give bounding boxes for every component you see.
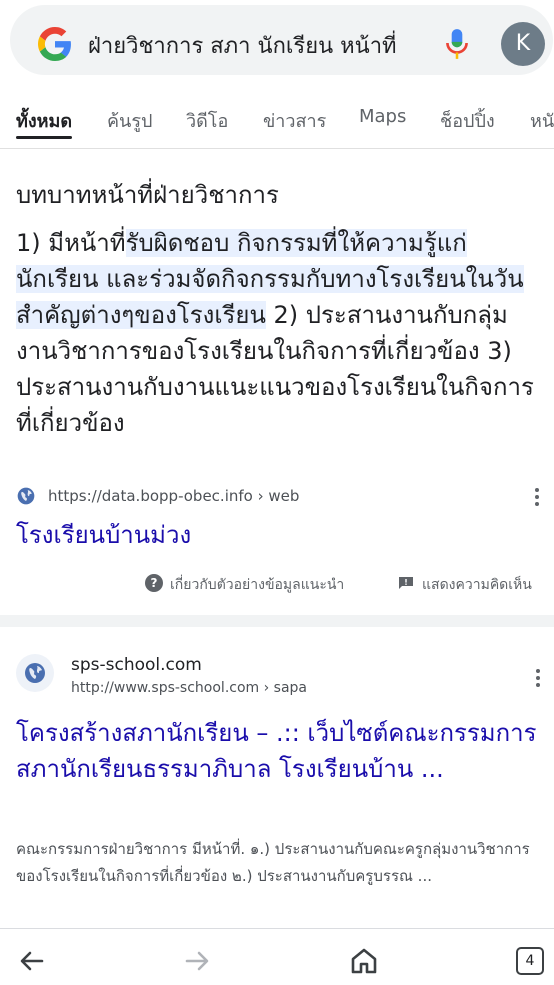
tab-news[interactable]: ข่าวสาร: [263, 106, 326, 135]
result-title-link[interactable]: โครงสร้างสภานักเรียน – .:: เว็บไซต์คณะกร…: [16, 715, 546, 787]
tab-shopping[interactable]: ช็อปปิ้ง: [440, 106, 495, 135]
search-tabs: ทั้งหมด ค้นรูป วิดีโอ ข่าวสาร Maps ช็อปป…: [0, 96, 554, 142]
active-tab-indicator: [16, 136, 72, 139]
avatar[interactable]: K: [501, 22, 545, 66]
tab-maps[interactable]: Maps: [359, 106, 406, 127]
about-snippet-link[interactable]: เกี่ยวกับตัวอย่างข้อมูลแนะนำ: [170, 574, 344, 596]
search-query[interactable]: ฝ่ายวิชาการ สภา นักเรียน หน้าที่: [88, 28, 397, 63]
snippet-source[interactable]: https://data.bopp-obec.info › web: [16, 486, 546, 508]
home-icon[interactable]: [348, 945, 380, 977]
snippet-text: 1) มีหน้าที่รับผิดชอบ กิจกรรมที่ให้ความร…: [16, 225, 546, 441]
help-icon[interactable]: ?: [145, 574, 163, 592]
tabs-icon[interactable]: 4: [516, 947, 544, 975]
source-url: https://data.bopp-obec.info › web: [48, 487, 300, 505]
tab-all[interactable]: ทั้งหมด: [16, 106, 72, 135]
feedback-link[interactable]: แสดงความคิดเห็น: [422, 574, 532, 596]
snippet-heading: บทบาทหน้าที่ฝ่ายวิชาการ: [16, 181, 279, 209]
globe-icon: [17, 487, 35, 505]
snippet-feedback-row: ? เกี่ยวกับตัวอย่างข้อมูลแนะนำ แสดงความค…: [0, 573, 554, 595]
section-separator: [0, 615, 554, 627]
result-url[interactable]: http://www.sps-school.com › sapa: [71, 680, 307, 696]
divider: [0, 148, 554, 149]
tab-more[interactable]: หนั: [530, 106, 554, 135]
snippet-source-link[interactable]: โรงเรียนบ้านม่วง: [16, 515, 191, 554]
tab-videos[interactable]: วิดีโอ: [186, 106, 228, 135]
site-favicon: [16, 654, 54, 692]
globe-icon: [25, 663, 45, 683]
back-icon[interactable]: [16, 945, 48, 977]
snippet-text-pre: 1) มีหน้าที่: [16, 229, 126, 257]
result-site-name[interactable]: sps-school.com: [71, 655, 202, 675]
feedback-icon[interactable]: [398, 576, 414, 590]
browser-bottom-nav: 4: [0, 928, 554, 985]
forward-icon[interactable]: [181, 945, 213, 977]
google-logo-icon: [38, 27, 71, 61]
mic-icon[interactable]: [444, 27, 470, 61]
more-vert-icon[interactable]: [535, 669, 541, 689]
more-vert-icon[interactable]: [534, 488, 540, 508]
tab-images[interactable]: ค้นรูป: [107, 106, 152, 135]
search-bar[interactable]: ฝ่ายวิชาการ สภา นักเรียน หน้าที่ K: [10, 5, 553, 75]
result-description: คณะกรรมการฝ่ายวิชาการ มีหน้าที่. ๑.) ประ…: [16, 840, 530, 885]
